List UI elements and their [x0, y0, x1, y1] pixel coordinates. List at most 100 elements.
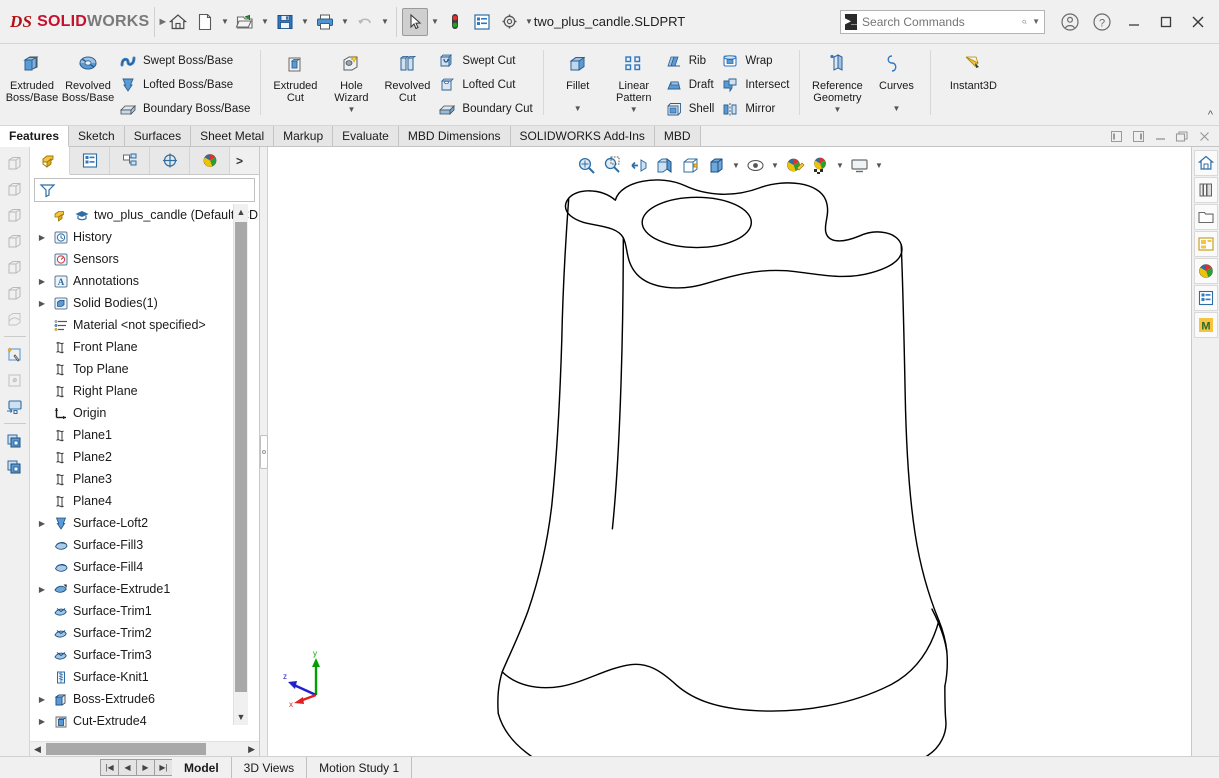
prev-tab-button[interactable]: ◀ — [118, 759, 137, 776]
tab-sketch[interactable]: Sketch — [69, 126, 125, 146]
tree-horizontal-scrollbar[interactable]: ◀ ▶ — [30, 741, 259, 756]
section-view-icon[interactable] — [3, 307, 27, 331]
save-icon[interactable] — [272, 8, 298, 36]
tree-item[interactable]: Surface-Fill4 — [32, 556, 259, 578]
custom-properties-icon[interactable] — [1194, 285, 1218, 311]
solidworks-logo[interactable]: DS SOLID WORKS ► — [0, 0, 150, 43]
isometric-view-icon[interactable] — [3, 177, 27, 201]
hole-wizard-button[interactable]: HoleWizard ▼ — [323, 47, 379, 114]
boundary-cut-button[interactable]: Boundary Cut — [435, 98, 536, 119]
zoom-to-area-icon[interactable] — [601, 153, 625, 177]
tab-sheet-metal[interactable]: Sheet Metal — [191, 126, 274, 146]
help-icon[interactable]: ? — [1087, 8, 1117, 36]
tab-mbd[interactable]: MBD — [655, 126, 701, 146]
dimxpert-manager-tab[interactable] — [150, 147, 190, 174]
tab-markup[interactable]: Markup — [274, 126, 333, 146]
tab-features[interactable]: Features — [0, 126, 69, 147]
curves-button[interactable]: Curves ▼ — [868, 47, 924, 113]
tab-mbd-dimensions[interactable]: MBD Dimensions — [399, 126, 511, 146]
search-icon[interactable] — [1022, 15, 1027, 29]
hide-show-items-icon[interactable] — [744, 153, 768, 177]
appearances-scenes-icon[interactable] — [1194, 258, 1218, 284]
lofted-cut-button[interactable]: Lofted Cut — [435, 74, 536, 95]
ribbon-collapse-icon[interactable]: ^ — [1208, 109, 1213, 121]
scroll-right-arrow-icon[interactable]: ▶ — [248, 744, 257, 755]
tree-scroll-thumb[interactable] — [235, 222, 247, 692]
tree-item[interactable]: Surface-Fill3 — [32, 534, 259, 556]
view-palette-icon[interactable] — [1194, 231, 1218, 257]
tree-item[interactable]: Plane2 — [32, 446, 259, 468]
previous-view-icon[interactable] — [627, 153, 651, 177]
scroll-down-arrow-icon[interactable]: ▼ — [235, 709, 247, 725]
display-style-icon[interactable] — [3, 394, 27, 418]
tab-evaluate[interactable]: Evaluate — [333, 126, 399, 146]
first-tab-button[interactable]: |◀ — [100, 759, 119, 776]
revolved-boss-base-button[interactable]: RevolvedBoss/Base — [60, 47, 116, 104]
gear-icon[interactable] — [496, 8, 522, 36]
hole-wizard-dropdown-icon[interactable]: ▼ — [347, 105, 355, 114]
file-explorer-icon[interactable] — [1194, 204, 1218, 230]
solidworks-forum-icon[interactable]: M — [1194, 312, 1218, 338]
tree-item[interactable]: Surface-Trim3 — [32, 644, 259, 666]
draft-button[interactable]: Draft — [662, 74, 719, 95]
tab-solidworks-addins[interactable]: SOLIDWORKS Add-Ins — [511, 126, 655, 146]
tree-item[interactable]: Plane4 — [32, 490, 259, 512]
tree-item[interactable]: Material <not specified> — [32, 314, 259, 336]
tree-item[interactable]: Surface-Trim2 — [32, 622, 259, 644]
new-document-icon[interactable] — [192, 8, 218, 36]
display-style-icon[interactable] — [705, 153, 729, 177]
user-account-icon[interactable] — [1055, 8, 1085, 36]
select-dropdown-icon[interactable]: ▼ — [429, 8, 441, 36]
expand-arrow-icon[interactable]: ▶ — [36, 277, 48, 286]
swept-boss-base-button[interactable]: Swept Boss/Base — [116, 50, 254, 71]
extruded-cut-button[interactable]: ExtrudedCut — [267, 47, 323, 104]
scroll-left-arrow-icon[interactable]: ◀ — [32, 744, 41, 755]
extruded-boss-base-button[interactable]: ExtrudedBoss/Base — [4, 47, 60, 104]
boundary-boss-base-button[interactable]: Boundary Boss/Base — [116, 98, 254, 119]
reference-geometry-dropdown-icon[interactable]: ▼ — [833, 105, 841, 114]
expand-arrow-icon[interactable]: ▶ — [36, 585, 48, 594]
part-model-graphic[interactable] — [268, 147, 1191, 756]
options-list-icon[interactable] — [469, 8, 495, 36]
window-close-button[interactable] — [1183, 8, 1213, 36]
splitter-grip[interactable] — [260, 435, 268, 469]
home-icon[interactable] — [165, 8, 191, 36]
print-icon[interactable] — [312, 8, 338, 36]
hide-show-items-dropdown-icon[interactable]: ▼ — [770, 153, 781, 177]
feature-tree-tab[interactable] — [30, 147, 70, 175]
window-minimize-button[interactable] — [1119, 8, 1149, 36]
tree-item[interactable]: Sensors — [32, 248, 259, 270]
apply-scene-dropdown-icon[interactable]: ▼ — [835, 153, 846, 177]
bottom-tab-motion-study[interactable]: Motion Study 1 — [307, 757, 412, 778]
swept-cut-button[interactable]: Swept Cut — [435, 50, 536, 71]
display-manager-tab[interactable] — [190, 147, 230, 174]
options-dropdown-icon[interactable]: ▼ — [523, 8, 535, 36]
expand-arrow-icon[interactable]: ▶ — [36, 299, 48, 308]
back-view-icon[interactable] — [3, 281, 27, 305]
window-minimize-icon[interactable] — [1153, 129, 1167, 143]
reference-geometry-button[interactable]: ReferenceGeometry ▼ — [806, 47, 868, 114]
last-tab-button[interactable]: ▶| — [154, 759, 173, 776]
revolved-cut-button[interactable]: RevolvedCut — [379, 47, 435, 104]
view-settings-dropdown-icon[interactable]: ▼ — [874, 153, 885, 177]
tree-item[interactable]: ▶History — [32, 226, 259, 248]
configuration-manager-tab[interactable] — [110, 147, 150, 174]
edit-appearance-icon[interactable] — [783, 153, 807, 177]
search-commands-box[interactable]: ▶_ ▼ — [840, 10, 1045, 34]
intersect-button[interactable]: Intersect — [718, 74, 793, 95]
tree-item[interactable]: Plane1 — [32, 424, 259, 446]
tree-item[interactable]: Surface-Trim1 — [32, 600, 259, 622]
tree-item[interactable]: ▶Surface-Extrude1 — [32, 578, 259, 600]
undo-dropdown-icon[interactable]: ▼ — [379, 8, 391, 36]
display-style-dropdown-icon[interactable]: ▼ — [731, 153, 742, 177]
bottom-tab-model[interactable]: Model — [172, 757, 232, 778]
mirror-button[interactable]: Mirror — [718, 98, 793, 119]
shell-button[interactable]: Shell — [662, 98, 719, 119]
tree-item[interactable]: Surface-Knit1 — [32, 666, 259, 688]
fillet-button[interactable]: Fillet ▼ — [550, 47, 606, 113]
scroll-up-arrow-icon[interactable]: ▲ — [235, 204, 247, 220]
fillet-dropdown-icon[interactable]: ▼ — [574, 104, 582, 113]
next-tab-button[interactable]: ▶ — [136, 759, 155, 776]
window-restore-icon[interactable] — [1175, 129, 1189, 143]
dimetric-view-icon[interactable] — [3, 229, 27, 253]
